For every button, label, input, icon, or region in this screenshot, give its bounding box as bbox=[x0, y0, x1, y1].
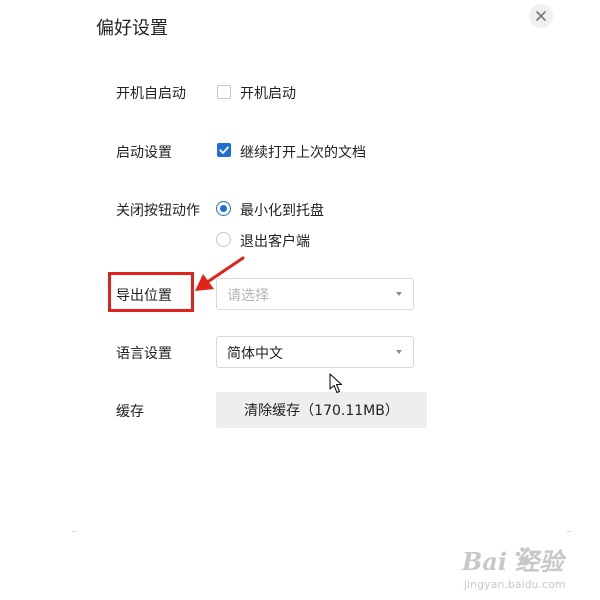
watermark-logo-text: Bai 经验 bbox=[462, 547, 564, 576]
watermark-url: jingyan.baidu.com bbox=[464, 578, 566, 591]
baidu-jingyan-watermark: Bai 经验 jingyan.baidu.com bbox=[462, 540, 592, 598]
paw-icon bbox=[515, 547, 535, 566]
mouse-cursor-icon bbox=[329, 373, 343, 394]
annotation-arrow-icon bbox=[195, 256, 245, 291]
